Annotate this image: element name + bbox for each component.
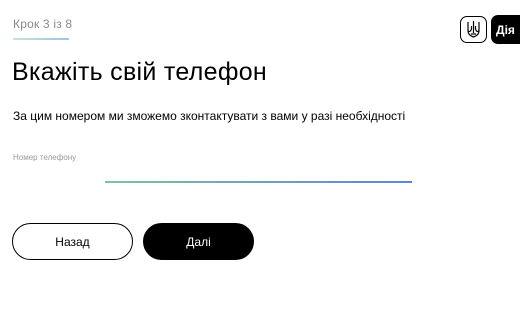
back-button-label: Назад [55,234,90,249]
step-progress-underline [13,38,69,40]
header-logos: Дія [460,15,520,44]
diia-logo: Дія [491,15,520,44]
next-button-label: Далі [186,234,211,249]
page-subtitle: За цим номером ми зможемо зконтактувати … [13,109,406,123]
back-button[interactable]: Назад [12,223,133,260]
step-indicator: Крок 3 із 8 [13,17,73,31]
trident-icon [467,21,480,38]
page-title: Вкажіть свій телефон [12,58,268,86]
phone-input[interactable] [105,166,412,182]
phone-input-underline [105,181,412,183]
state-emblem-logo [460,16,487,43]
phone-field-label: Номер телефону [13,153,77,162]
next-button[interactable]: Далі [143,223,254,260]
